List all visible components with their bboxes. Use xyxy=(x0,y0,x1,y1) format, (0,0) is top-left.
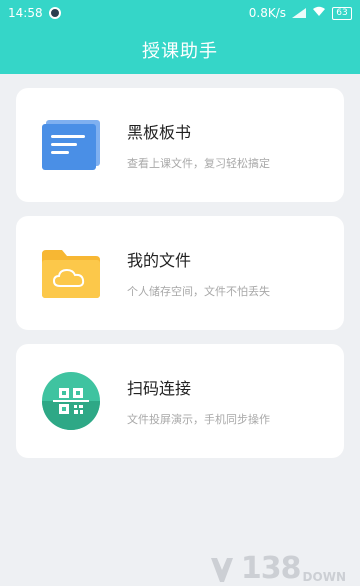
folder-cloud-icon xyxy=(40,242,102,304)
status-bar: 14:58 0.8K/s 63 xyxy=(0,0,360,26)
battery-icon: 63 xyxy=(332,6,352,20)
status-indicators: 0.8K/s 63 xyxy=(249,6,352,20)
app-bar: 授课助手 xyxy=(0,26,360,74)
card-subtitle: 文件投屏演示，手机同步操作 xyxy=(127,413,270,426)
watermark-logo: 138 DOWN xyxy=(209,554,346,584)
watermark-suffix: DOWN xyxy=(302,570,346,584)
card-subtitle: 个人储存空间，文件不怕丢失 xyxy=(127,285,270,298)
card-subtitle: 查看上课文件，复习轻松搞定 xyxy=(127,157,270,170)
card-title: 扫码连接 xyxy=(127,379,192,398)
watermark-number: 138 xyxy=(240,551,302,586)
card-title: 我的文件 xyxy=(127,251,192,270)
notification-avatar-icon xyxy=(48,7,61,19)
my-files-card[interactable]: 我的文件 个人储存空间，文件不怕丢失 xyxy=(16,216,344,330)
status-time: 14:58 xyxy=(8,6,43,20)
wifi-icon xyxy=(312,6,326,20)
signal-icon xyxy=(292,8,306,18)
blackboard-notes-card[interactable]: 黑板板书 查看上课文件，复习轻松搞定 xyxy=(16,88,344,202)
document-icon xyxy=(40,114,102,176)
scan-connect-card[interactable]: 扫码连接 文件投屏演示，手机同步操作 xyxy=(16,344,344,458)
card-title: 黑板板书 xyxy=(127,123,192,142)
logo-mark-icon xyxy=(210,558,233,582)
app-title: 授课助手 xyxy=(142,41,218,62)
qr-scan-icon xyxy=(40,370,102,432)
network-speed: 0.8K/s xyxy=(248,6,286,20)
